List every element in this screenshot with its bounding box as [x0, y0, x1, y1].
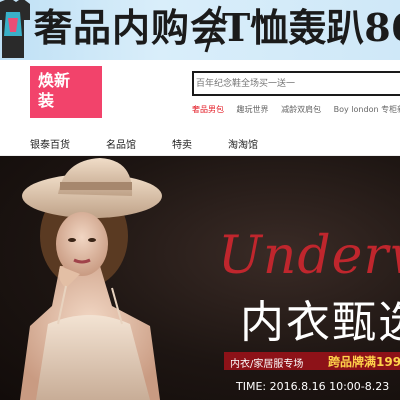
- tshirt-graphic: [0, 0, 30, 58]
- main-nav: 银泰百货 名品馆 特卖 淘淘馆: [0, 130, 400, 156]
- hot-link[interactable]: 减龄双肩包: [281, 105, 321, 114]
- promo-tile-label: 焕新: [38, 71, 71, 90]
- hot-link[interactable]: Boy london 专柜新款: [334, 105, 400, 114]
- nav-item-department-store[interactable]: 银泰百货: [30, 136, 70, 151]
- hot-link[interactable]: 趣玩世界: [237, 105, 269, 114]
- nav-item-taotao[interactable]: 淘淘馆: [228, 136, 258, 151]
- site-header: 焕新 装 奢品男包 趣玩世界 减龄双肩包 Boy london 专柜新款: [0, 60, 400, 130]
- hero-script-title: Underw: [218, 226, 400, 286]
- promo-strip-category: 内衣/家居服专场: [230, 359, 304, 370]
- model-photo: [20, 158, 162, 400]
- hero-banner[interactable]: Underw 内衣甄选 内衣/家居服专场 跨品牌满199 TIME: 2016.…: [0, 156, 400, 400]
- promo-strip: 内衣/家居服专场 跨品牌满199: [224, 352, 400, 370]
- promo-banner[interactable]: 奢品内购会 T恤轰趴86: [0, 0, 400, 60]
- hero-title: 内衣甄选: [240, 297, 400, 348]
- promo-tile-label-2: 装: [38, 91, 55, 110]
- slash-divider: [204, 5, 222, 53]
- nav-item-sale[interactable]: 特卖: [172, 136, 192, 151]
- search-box: [192, 71, 400, 96]
- promo-time: TIME: 2016.8.16 10:00-8.23: [236, 380, 390, 393]
- nav-item-brand-hall[interactable]: 名品馆: [106, 136, 136, 151]
- promo-strip-offer: 跨品牌满199: [328, 355, 400, 369]
- banner-title: 奢品内购会: [34, 5, 230, 50]
- banner-subtitle: T恤轰趴86: [222, 5, 400, 50]
- search-input[interactable]: [196, 75, 396, 93]
- hot-search-links: 奢品男包 趣玩世界 减龄双肩包 Boy london 专柜新款: [192, 104, 400, 118]
- hot-link[interactable]: 奢品男包: [192, 105, 224, 114]
